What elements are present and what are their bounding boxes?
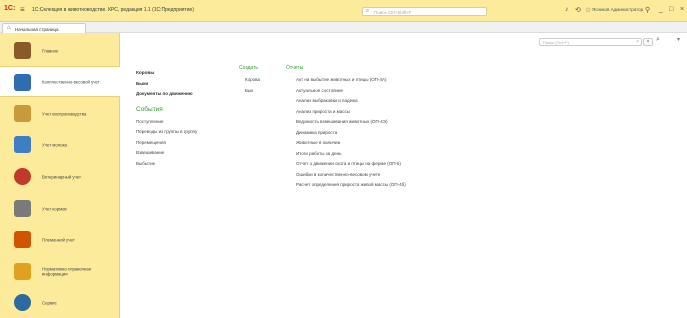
books-icon	[14, 263, 31, 280]
sidebar-item-label: Учет молока	[42, 141, 67, 147]
link-create-bull[interactable]: Бык	[239, 86, 260, 97]
reports-title: Отчеты	[286, 65, 304, 71]
create-title: Создать	[239, 65, 259, 71]
link-cows[interactable]: Коровы	[136, 68, 197, 79]
report-link[interactable]: Итоги работы за день	[296, 149, 406, 160]
find-icon[interactable]: ⌕	[656, 36, 660, 44]
sidebar-item-reference[interactable]: Нормативно-справочная информация	[0, 256, 120, 287]
sidebar-item-milk[interactable]: Учет молока	[0, 129, 120, 160]
window-title: 1С:Селекция в животноводстве. КРС, редак…	[32, 7, 195, 13]
sidebar: Главное Количественно-весовой учет Учет …	[0, 33, 120, 318]
sidebar-item-label: Количественно-весовой учет	[42, 78, 100, 84]
link-create-cow[interactable]: Корова	[239, 75, 260, 86]
report-link[interactable]: Расчет определения прироста живой массы …	[296, 180, 406, 191]
veterinary-icon	[14, 168, 31, 185]
close-icon[interactable]: ×	[680, 6, 684, 13]
link-event-relocation[interactable]: Перемещения	[136, 138, 197, 149]
minimize-icon[interactable]: _	[659, 6, 663, 13]
events-title: События	[136, 105, 163, 113]
maximize-icon[interactable]: □	[669, 6, 673, 13]
link-event-disposal[interactable]: Выбытие	[136, 159, 197, 170]
sidebar-item-quantity-weight[interactable]: Количественно-весовой учет	[0, 66, 120, 97]
reproduction-icon	[14, 105, 31, 122]
home-icon: ⌂	[7, 25, 11, 31]
report-link[interactable]: Актуальное состояние	[296, 86, 406, 97]
home-section-icon	[14, 42, 31, 59]
sidebar-item-label: Сервис	[42, 299, 57, 305]
link-bulls[interactable]: Быки	[136, 79, 197, 90]
sidebar-item-label: Учет воспроизводства	[42, 110, 87, 116]
section-search-input[interactable]: Поиск (Ctrl+F) ×	[539, 38, 642, 46]
history-icon[interactable]: ⟲	[575, 6, 581, 14]
bell-icon[interactable]: ♪	[565, 6, 569, 13]
app-logo: 1С:	[4, 5, 16, 12]
sidebar-item-veterinary[interactable]: Ветеринарный учет	[0, 161, 120, 192]
tab-strip: ⌂ Начальная страница	[0, 22, 687, 33]
report-link[interactable]: Ведомость взвешивания животных (ОП-4Э)	[296, 117, 406, 128]
user-name[interactable]: Ясников Администратор	[592, 7, 643, 12]
column-navigation: Коровы Быки Документы по движению Событи…	[136, 68, 197, 169]
scales-icon	[14, 74, 31, 91]
report-link[interactable]: Ошибки в количественно-весовом учете	[296, 170, 406, 181]
sidebar-item-main[interactable]: Главное	[0, 35, 120, 66]
section-search-placeholder: Поиск (Ctrl+F)	[543, 40, 569, 45]
report-link[interactable]: Анализ выбраковки и падежа	[296, 96, 406, 107]
link-event-receipt[interactable]: Поступление	[136, 117, 197, 128]
report-link[interactable]: Отчет о движении скота и птицы на ферме …	[296, 159, 406, 170]
link-event-group-transfer[interactable]: Переводы из группы в группу	[136, 127, 197, 138]
sidebar-item-feed[interactable]: Учет кормов	[0, 193, 120, 224]
column-reports: Отчеты Акт на выбытие животных и птицы (…	[286, 65, 406, 191]
global-search-input[interactable]: ⌕ Поиск Ctrl+Shift+F	[362, 7, 487, 16]
clear-icon[interactable]: ×	[636, 39, 639, 45]
title-bar: 1С: ≡ 1С:Селекция в животноводстве. КРС,…	[0, 0, 687, 22]
sidebar-item-label: Племенной учет	[42, 236, 75, 242]
search-icon: ⌕	[366, 8, 370, 14]
link-event-weighing[interactable]: Взвешивание	[136, 148, 197, 159]
search-clear-button[interactable]: ×	[643, 38, 653, 46]
feed-icon	[14, 200, 31, 217]
main-panel: Поиск (Ctrl+F) × × ⌕ ▾ Коровы Быки Докум…	[121, 33, 687, 318]
sidebar-item-label: Учет кормов	[42, 205, 67, 211]
sidebar-item-label: Нормативно-справочная информация	[42, 266, 92, 277]
more-options-icon[interactable]: ▾	[677, 36, 680, 43]
sidebar-item-label: Ветеринарный учет	[42, 173, 82, 179]
sidebar-item-reproduction[interactable]: Учет воспроизводства	[0, 98, 120, 129]
report-link[interactable]: Животные в наличии	[296, 138, 406, 149]
sidebar-item-label: Главное	[42, 47, 59, 53]
star-icon[interactable]: ☆	[585, 6, 591, 14]
column-create: Создать Корова Бык	[239, 65, 260, 96]
report-link[interactable]: Акт на выбытие животных и птицы (ОП-4А)	[296, 75, 406, 86]
milk-icon	[14, 136, 31, 153]
report-link[interactable]: Анализ прироста и массы	[296, 107, 406, 118]
tab-home-label: Начальная страница	[15, 26, 59, 32]
sidebar-item-breeding[interactable]: Племенной учет	[0, 224, 120, 255]
report-link[interactable]: Динамика прироста	[296, 128, 406, 139]
menu-icon[interactable]: ≡	[20, 5, 25, 14]
service-icon	[14, 294, 31, 311]
link-movement-documents[interactable]: Документы по движению	[136, 89, 197, 100]
global-search-placeholder: Поиск Ctrl+Shift+F	[374, 9, 412, 15]
tab-home[interactable]: ⌂ Начальная страница	[2, 23, 86, 33]
sidebar-item-service[interactable]: Сервис	[0, 287, 120, 318]
filter-icon[interactable]: ⚲	[645, 6, 650, 14]
breeding-icon	[14, 231, 31, 248]
